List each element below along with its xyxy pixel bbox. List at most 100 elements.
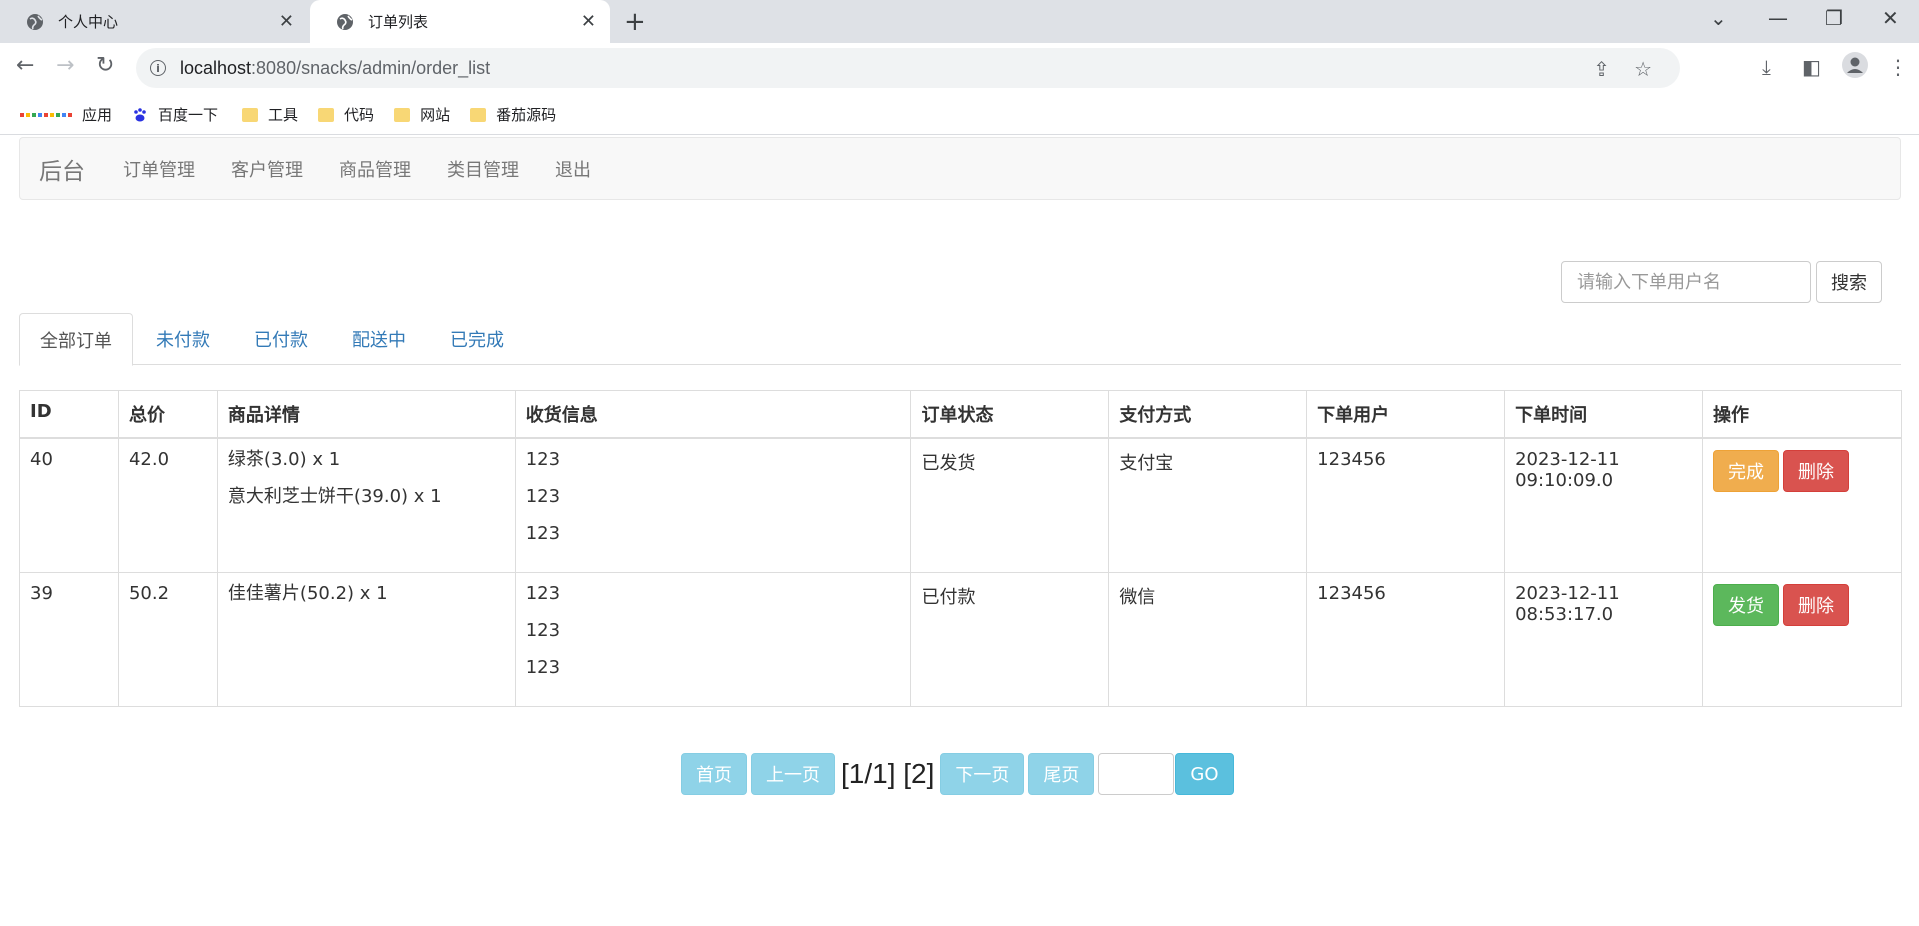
forward-icon[interactable]: → [56, 53, 74, 78]
nav-logout[interactable]: 退出 [537, 156, 609, 182]
bookmark-star-icon[interactable]: ☆ [1634, 57, 1652, 81]
order-shipping: 123 123 123 [514, 571, 912, 707]
page-info: [1/1] [2] [841, 758, 935, 789]
close-icon[interactable]: ✕ [581, 11, 596, 32]
bookmarks-bar: 应用 百度一下 工具 代码 网站 番茄源码 [0, 95, 1919, 135]
order-total: 42.0 [117, 437, 218, 573]
col-header-status: 订单状态 [910, 390, 1110, 439]
col-header-payment: 支付方式 [1108, 390, 1308, 439]
order-payment: 微信 [1108, 571, 1308, 707]
menu-kebab-icon[interactable]: ⋮ [1888, 55, 1908, 79]
share-icon[interactable]: ⇪ [1593, 57, 1610, 81]
order-id: 39 [19, 571, 119, 707]
nav-category-management[interactable]: 类目管理 [429, 156, 537, 182]
shipping-line: 123 [525, 582, 561, 604]
shipping-line: 123 [525, 619, 561, 641]
order-id: 40 [19, 437, 119, 573]
delete-button[interactable]: 删除 [1783, 583, 1849, 626]
download-icon[interactable]: ⤓ [1762, 55, 1771, 79]
browser-tab-strip: 个人中心 ✕ 订单列表 ✕ + ⌄ — ❐ ✕ [0, 0, 1919, 43]
col-header-user: 下单用户 [1306, 390, 1506, 439]
restore-icon[interactable]: ❐ [1825, 6, 1843, 30]
shipping-line: 123 [525, 523, 561, 544]
table-row: 39 50.2 佳佳薯片(50.2) x 1 123 123 123 已付款 微… [19, 571, 1902, 707]
next-page-button[interactable]: 下一页 [940, 753, 1025, 795]
col-header-total: 总价 [117, 390, 218, 439]
profile-avatar-icon[interactable] [1842, 52, 1868, 83]
tab-completed[interactable]: 已完成 [429, 313, 525, 365]
order-time: 2023-12-11 09:10:09.0 [1504, 437, 1703, 573]
table-row: 40 42.0 绿茶(3.0) x 1 意大利芝士饼干(39.0) x 1 12… [19, 437, 1902, 573]
tab-paid[interactable]: 已付款 [233, 313, 329, 365]
tab-title: 个人中心 [58, 13, 119, 31]
bookmark-folder-code[interactable]: 代码 [318, 104, 374, 125]
order-shipping: 123 123 123 [514, 437, 912, 573]
order-status-tabs: 全部订单 未付款 已付款 配送中 已完成 [19, 313, 1901, 366]
browser-tab-order-list[interactable]: 订单列表 ✕ [310, 0, 610, 43]
order-actions: 完成 删除 [1702, 437, 1902, 573]
first-page-button[interactable]: 首页 [681, 753, 747, 795]
navbar-brand[interactable]: 后台 [39, 152, 85, 186]
search-button[interactable]: 搜索 [1816, 261, 1882, 303]
tab-search-chevron-icon[interactable]: ⌄ [1710, 6, 1727, 30]
table-header-row: ID 总价 商品详情 收货信息 订单状态 支付方式 下单用户 下单时间 操作 [19, 390, 1902, 439]
nav-order-management[interactable]: 订单管理 [105, 156, 213, 182]
ship-button[interactable]: 发货 [1713, 583, 1779, 626]
reload-icon[interactable]: ↻ [96, 53, 114, 78]
tab-delivering[interactable]: 配送中 [331, 313, 427, 365]
shipping-line: 123 [525, 486, 561, 507]
col-header-time: 下单时间 [1504, 390, 1703, 439]
bookmark-folder-sites[interactable]: 网站 [394, 104, 450, 125]
tab-all-orders[interactable]: 全部订单 [19, 313, 133, 366]
go-button[interactable]: GO [1175, 753, 1234, 795]
order-actions: 发货 删除 [1702, 571, 1902, 707]
username-search-input[interactable] [1561, 261, 1811, 303]
nav-customer-management[interactable]: 客户管理 [213, 156, 321, 182]
globe-icon [26, 13, 44, 31]
col-header-id: ID [19, 390, 119, 439]
folder-icon [470, 107, 487, 122]
order-payment: 支付宝 [1108, 437, 1308, 573]
order-items: 佳佳薯片(50.2) x 1 [216, 571, 516, 707]
delete-button[interactable]: 删除 [1783, 450, 1849, 492]
tab-unpaid[interactable]: 未付款 [135, 313, 231, 365]
address-bar-row: ← → ↻ i localhost:8080/snacks/admin/orde… [0, 43, 1919, 95]
close-icon[interactable]: ✕ [279, 11, 294, 32]
folder-icon [318, 107, 335, 122]
bookmark-baidu[interactable]: 百度一下 [132, 104, 218, 125]
order-item-line: 绿茶(3.0) x 1 [227, 449, 341, 470]
site-info-icon[interactable]: i [150, 60, 166, 76]
complete-button[interactable]: 完成 [1713, 450, 1779, 492]
order-user: 123456 [1306, 437, 1506, 573]
order-time: 2023-12-11 08:53:17.0 [1504, 571, 1703, 707]
bookmark-folder-source[interactable]: 番茄源码 [470, 104, 556, 125]
order-user: 123456 [1306, 571, 1506, 707]
search-form: 搜索 [1561, 261, 1882, 303]
bookmark-folder-tools[interactable]: 工具 [242, 104, 298, 125]
url-bar[interactable]: i localhost:8080/snacks/admin/order_list… [136, 48, 1680, 88]
url-text: localhost:8080/snacks/admin/order_list [180, 57, 491, 78]
shipping-line: 123 [525, 449, 561, 470]
last-page-button[interactable]: 尾页 [1028, 753, 1095, 795]
order-total: 50.2 [117, 571, 218, 707]
order-item-line: 意大利芝士饼干(39.0) x 1 [227, 486, 442, 507]
nav-product-management[interactable]: 商品管理 [321, 156, 429, 182]
order-status: 已发货 [910, 437, 1110, 573]
minimize-icon[interactable]: — [1768, 6, 1788, 30]
new-tab-icon[interactable]: + [624, 7, 646, 37]
globe-icon [336, 13, 354, 31]
col-header-items: 商品详情 [216, 390, 516, 439]
order-items: 绿茶(3.0) x 1 意大利芝士饼干(39.0) x 1 [216, 437, 516, 573]
admin-navbar: 后台 订单管理 客户管理 商品管理 类目管理 退出 [19, 137, 1901, 200]
orders-table: ID 总价 商品详情 收货信息 订单状态 支付方式 下单用户 下单时间 操作 4… [19, 390, 1902, 707]
window-close-icon[interactable]: ✕ [1882, 6, 1899, 30]
browser-tab-profile[interactable]: 个人中心 ✕ [0, 0, 308, 43]
baidu-paw-icon [132, 107, 148, 123]
bookmark-apps[interactable]: 应用 [20, 104, 112, 125]
tab-title: 订单列表 [368, 13, 429, 31]
page-number-input[interactable] [1098, 753, 1175, 795]
side-panel-icon[interactable]: ◧ [1802, 55, 1821, 79]
col-header-actions: 操作 [1702, 390, 1902, 439]
prev-page-button[interactable]: 上一页 [751, 753, 835, 795]
back-icon[interactable]: ← [16, 53, 34, 78]
